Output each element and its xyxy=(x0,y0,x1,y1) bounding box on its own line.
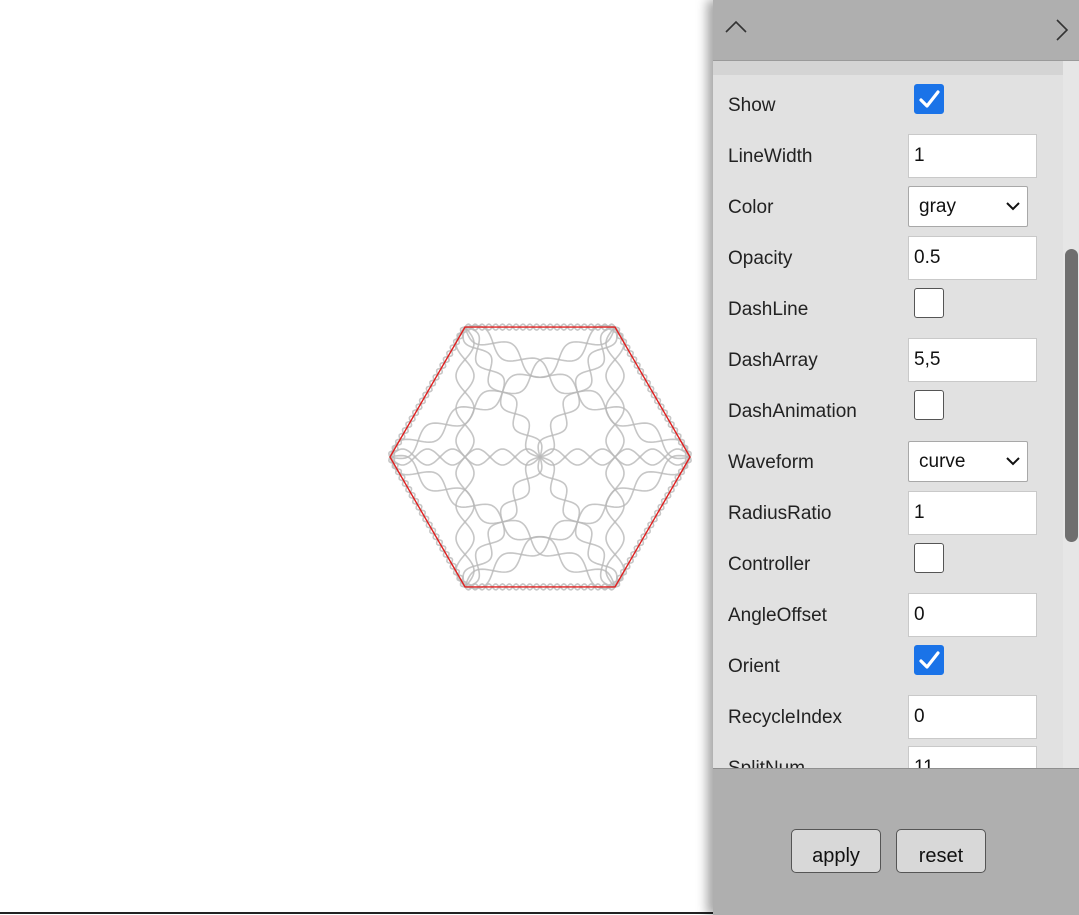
dashline-checkbox[interactable] xyxy=(914,288,944,318)
scrollbar-thumb[interactable] xyxy=(1065,249,1078,542)
color-select[interactable]: gray xyxy=(908,186,1028,227)
reset-button[interactable]: reset xyxy=(896,829,986,873)
field-label-dasharray: DashArray xyxy=(728,350,818,371)
chord-wave xyxy=(605,326,625,588)
radiusratio-input[interactable] xyxy=(908,491,1037,535)
recycleindex-input[interactable] xyxy=(908,695,1037,739)
chevron-down-icon xyxy=(1006,457,1020,466)
next-button[interactable] xyxy=(1049,16,1079,46)
field-label-orient: Orient xyxy=(728,656,780,677)
apply-button[interactable]: apply xyxy=(791,829,881,873)
field-row-radiusratio: RadiusRatio xyxy=(713,491,1063,553)
field-label-recycleindex: RecycleIndex xyxy=(728,707,843,728)
field-label-angleoffset: AngleOffset xyxy=(728,605,827,626)
check-icon xyxy=(919,90,940,108)
opacity-input[interactable] xyxy=(908,236,1037,280)
linewidth-input[interactable] xyxy=(908,134,1037,178)
angleoffset-input[interactable] xyxy=(908,593,1037,637)
field-label-dashline: DashLine xyxy=(728,299,809,320)
field-label-splitnum: SplitNum xyxy=(728,757,805,768)
chevron-up-icon xyxy=(725,20,747,33)
field-row-angleoffset: AngleOffset xyxy=(713,593,1063,655)
field-label-dashanimation: DashAnimation xyxy=(728,401,857,422)
field-row-dasharray: DashArray xyxy=(713,338,1063,400)
chord-wave xyxy=(455,326,475,588)
splitnum-input[interactable] xyxy=(908,746,1037,768)
panel-header xyxy=(713,0,1079,61)
drawing-canvas[interactable] xyxy=(0,0,713,915)
controller-checkbox[interactable] xyxy=(914,543,944,573)
waveform-select[interactable]: curve xyxy=(908,441,1028,482)
field-label-controller: Controller xyxy=(728,554,811,575)
dasharray-input[interactable] xyxy=(908,338,1037,382)
settings-form[interactable]: Show LineWidth Color gray Opacity DashLine Das… xyxy=(713,61,1079,768)
dashanimation-checkbox[interactable] xyxy=(914,390,944,420)
chevron-right-icon xyxy=(1056,19,1069,41)
field-label-waveform: Waveform xyxy=(728,452,814,473)
collapse-button[interactable] xyxy=(721,12,751,42)
color-select-value: gray xyxy=(919,196,956,217)
field-label-opacity: Opacity xyxy=(728,248,793,269)
field-label-show: Show xyxy=(728,95,776,116)
canvas-bottom-border xyxy=(0,912,713,914)
form-top-strip xyxy=(713,61,1063,75)
show-checkbox[interactable] xyxy=(914,84,944,114)
waveform-select-value: curve xyxy=(919,451,966,472)
field-label-color: Color xyxy=(728,197,774,218)
orient-checkbox[interactable] xyxy=(914,645,944,675)
field-row-opacity: Opacity xyxy=(713,236,1063,298)
panel-footer: apply reset xyxy=(713,768,1079,915)
field-label-linewidth: LineWidth xyxy=(728,146,813,167)
settings-panel: Show LineWidth Color gray Opacity DashLine Das… xyxy=(713,0,1079,915)
check-icon xyxy=(919,651,940,669)
field-row-splitnum: SplitNum xyxy=(713,746,1063,768)
chevron-down-icon xyxy=(1006,202,1020,211)
hexagon-pattern xyxy=(388,323,692,591)
field-label-radiusratio: RadiusRatio xyxy=(728,503,832,524)
